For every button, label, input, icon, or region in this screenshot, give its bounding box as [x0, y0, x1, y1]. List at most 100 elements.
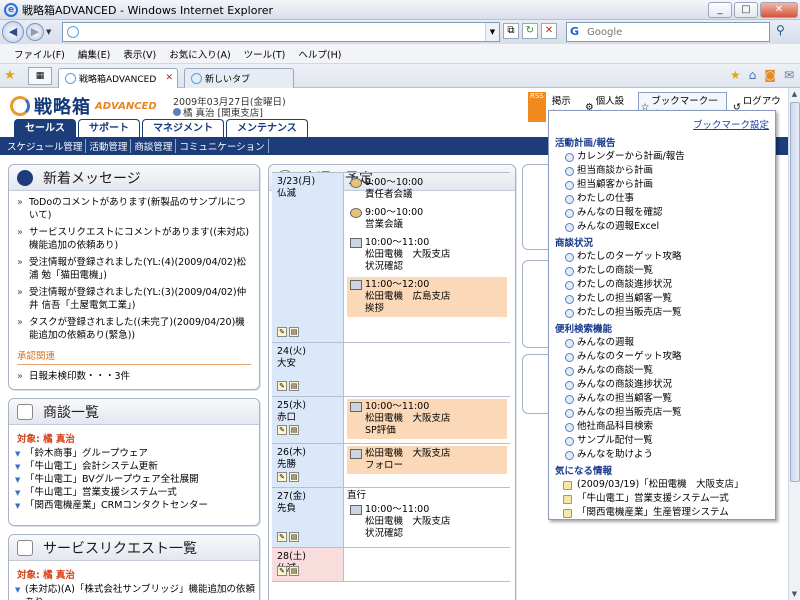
- tab-management[interactable]: マネジメント: [142, 119, 224, 137]
- bookmark-item[interactable]: 「関西電機産業」生産管理システム: [555, 506, 769, 520]
- bookmark-item[interactable]: みんなの商談進捗状況: [555, 378, 769, 392]
- scroll-up-icon[interactable]: ▲: [789, 88, 800, 100]
- minimize-button[interactable]: _: [708, 2, 732, 18]
- schedule-event[interactable]: 11:00〜12:00 松田電機 広島支店 挨拶: [347, 277, 507, 317]
- bookmark-item[interactable]: みんなを助けよう: [555, 448, 769, 462]
- tab-maintenance[interactable]: メンテナンス: [226, 119, 308, 137]
- day-cell[interactable]: 25(水) 赤口 ✎ ▤: [272, 397, 344, 443]
- bookmark-item[interactable]: 「牛山電工」営業支援システム一式: [555, 492, 769, 506]
- deal-item[interactable]: 「牛山電工」会計システム更新: [15, 460, 259, 474]
- bookmark-item[interactable]: みんなの週報Excel: [555, 220, 769, 234]
- menu-favorites[interactable]: お気に入り(A): [169, 47, 230, 61]
- schedule-event[interactable]: 10:00〜11:00 松田電機 大阪支店 SP評価: [347, 399, 507, 439]
- add-report-icon[interactable]: ▤: [289, 566, 299, 576]
- day-cell[interactable]: 27(金) 先負 ✎ ▤: [272, 488, 344, 547]
- scroll-thumb[interactable]: [790, 102, 800, 482]
- add-plan-icon[interactable]: ✎: [277, 472, 287, 482]
- history-dropdown-icon[interactable]: ▼: [46, 28, 56, 36]
- deal-item[interactable]: 「牛山電工」営業支援システム一式: [15, 486, 259, 500]
- bookmark-settings-link[interactable]: ブックマーク設定: [555, 117, 769, 131]
- deal-item[interactable]: 「関西電機産業」CRMコンタクトセンター: [15, 499, 259, 513]
- tab-strategy-box[interactable]: 戦略箱ADVANCED ✕: [58, 67, 178, 88]
- approval-item[interactable]: 日報未検印数・・・3件: [17, 370, 251, 383]
- bookmark-item[interactable]: わたしの商談一覧: [555, 264, 769, 278]
- search-input[interactable]: [587, 24, 763, 40]
- refresh-icon[interactable]: ↻: [522, 23, 538, 39]
- message-item[interactable]: ToDoのコメントがあります(新製品のサンプルについて): [17, 196, 251, 222]
- quick-tabs-icon[interactable]: ▦: [28, 66, 52, 85]
- mail-icon[interactable]: ✉: [784, 68, 794, 82]
- add-plan-icon[interactable]: ✎: [277, 566, 287, 576]
- tab-support[interactable]: サポート: [78, 119, 140, 137]
- vertical-scrollbar[interactable]: ▲ ▼: [788, 88, 800, 600]
- subnav-deals[interactable]: 商談管理: [131, 139, 177, 153]
- close-window-button[interactable]: ✕: [760, 2, 798, 18]
- forward-button[interactable]: ▶: [26, 23, 44, 41]
- deal-item[interactable]: 「鈴木商事」グループウェア: [15, 447, 259, 461]
- tab-close-icon[interactable]: ✕: [165, 73, 173, 83]
- menu-file[interactable]: ファイル(F): [14, 47, 65, 61]
- add-report-icon[interactable]: ▤: [289, 472, 299, 482]
- schedule-event[interactable]: 9:00〜10:00 責任者会議: [347, 175, 507, 203]
- back-button[interactable]: ◀: [2, 21, 24, 43]
- bookmark-item[interactable]: 担当顧客から計画: [555, 178, 769, 192]
- menu-tools[interactable]: ツール(T): [244, 47, 286, 61]
- add-report-icon[interactable]: ▤: [289, 381, 299, 391]
- feeds-icon[interactable]: ◙: [764, 68, 776, 82]
- day-cell[interactable]: 24(火) 大安 ✎ ▤: [272, 343, 344, 396]
- bookmark-item[interactable]: カレンダーから計画/報告: [555, 150, 769, 164]
- schedule-event[interactable]: 松田電機 大阪支店 フォロー: [347, 446, 507, 474]
- add-plan-icon[interactable]: ✎: [277, 532, 287, 542]
- bookmark-item[interactable]: わたしの担当販売店一覧: [555, 306, 769, 320]
- menu-help[interactable]: ヘルプ(H): [298, 47, 341, 61]
- bookmark-item[interactable]: みんなの商談一覧: [555, 364, 769, 378]
- bookmark-item[interactable]: みんなの週報: [555, 336, 769, 350]
- subnav-activity[interactable]: 活動管理: [86, 139, 132, 153]
- menu-edit[interactable]: 編集(E): [78, 47, 110, 61]
- add-report-icon[interactable]: ▤: [289, 327, 299, 337]
- deal-item[interactable]: 「牛山電工」BVグループウェア全社展開: [15, 473, 259, 487]
- stop-icon[interactable]: ✕: [541, 23, 557, 39]
- app-logo[interactable]: 戦略箱 ADVANCED: [10, 93, 157, 119]
- compat-icon[interactable]: ⧉: [503, 23, 519, 39]
- home-icon[interactable]: ⌂: [749, 68, 757, 82]
- day-cell[interactable]: 3/23(月) 仏滅 ✎ ▤: [272, 173, 344, 342]
- menu-view[interactable]: 表示(V): [123, 47, 156, 61]
- scroll-down-icon[interactable]: ▼: [789, 588, 800, 600]
- subnav-communication[interactable]: コミュニケーション: [176, 139, 269, 153]
- bookmark-item[interactable]: 他社商品科目検索: [555, 420, 769, 434]
- tab-new[interactable]: 新しいタブ: [184, 67, 294, 88]
- day-cell[interactable]: 26(木) 先勝 ✎ ▤: [272, 444, 344, 487]
- bookmark-item[interactable]: みんなの担当販売店一覧: [555, 406, 769, 420]
- service-item[interactable]: (未対応)(A)「株式会社サンブリッジ」機能追加の依頼あり: [15, 583, 259, 600]
- message-item[interactable]: サービスリクエストにコメントがあります((未対応)機能追加の依頼あり): [17, 226, 251, 252]
- search-icon[interactable]: ⚲: [776, 23, 785, 37]
- message-item[interactable]: 受注情報が登録されました(YL:(3)(2009/04/02)仲井 信吾「土屋電…: [17, 286, 251, 312]
- url-input[interactable]: ▼: [62, 22, 500, 42]
- favorites-star-icon[interactable]: ★: [4, 68, 22, 83]
- bookmark-item[interactable]: (2009/03/19)「松田電機 大阪支店」: [555, 478, 769, 492]
- tab-sales[interactable]: セールス: [14, 119, 76, 137]
- add-plan-icon[interactable]: ✎: [277, 381, 287, 391]
- bookmark-item[interactable]: わたしの担当顧客一覧: [555, 292, 769, 306]
- add-plan-icon[interactable]: ✎: [277, 425, 287, 435]
- day-cell[interactable]: 28(土)仏滅✎▤: [272, 548, 344, 581]
- url-dropdown-icon[interactable]: ▼: [485, 23, 499, 41]
- add-report-icon[interactable]: ▤: [289, 532, 299, 542]
- bookmark-item[interactable]: わたしのターゲット攻略: [555, 250, 769, 264]
- rss-icon[interactable]: RSS: [528, 92, 546, 122]
- bookmark-item[interactable]: サンプル配付一覧: [555, 434, 769, 448]
- bookmark-item[interactable]: みんなの日報を確認: [555, 206, 769, 220]
- message-item[interactable]: 受注情報が登録されました(YL:(4)(2009/04/02)松浦 勉「猫田電機…: [17, 256, 251, 282]
- bookmark-item[interactable]: わたしの商談進捗状況: [555, 278, 769, 292]
- bookmark-item[interactable]: みんなのターゲット攻略: [555, 350, 769, 364]
- schedule-event[interactable]: 10:00〜11:00 松田電機 大阪支店 状況確認: [347, 502, 507, 542]
- maximize-button[interactable]: □: [734, 2, 758, 18]
- bookmark-item[interactable]: 担当商談から計画: [555, 164, 769, 178]
- add-report-icon[interactable]: ▤: [289, 425, 299, 435]
- add-plan-icon[interactable]: ✎: [277, 327, 287, 337]
- bookmark-item[interactable]: わたしの仕事: [555, 192, 769, 206]
- add-favorite-icon[interactable]: ★: [730, 68, 741, 82]
- subnav-schedule[interactable]: スケジュール管理: [4, 139, 87, 153]
- schedule-event[interactable]: 10:00〜11:00 松田電機 大阪支店 状況確認: [347, 235, 507, 275]
